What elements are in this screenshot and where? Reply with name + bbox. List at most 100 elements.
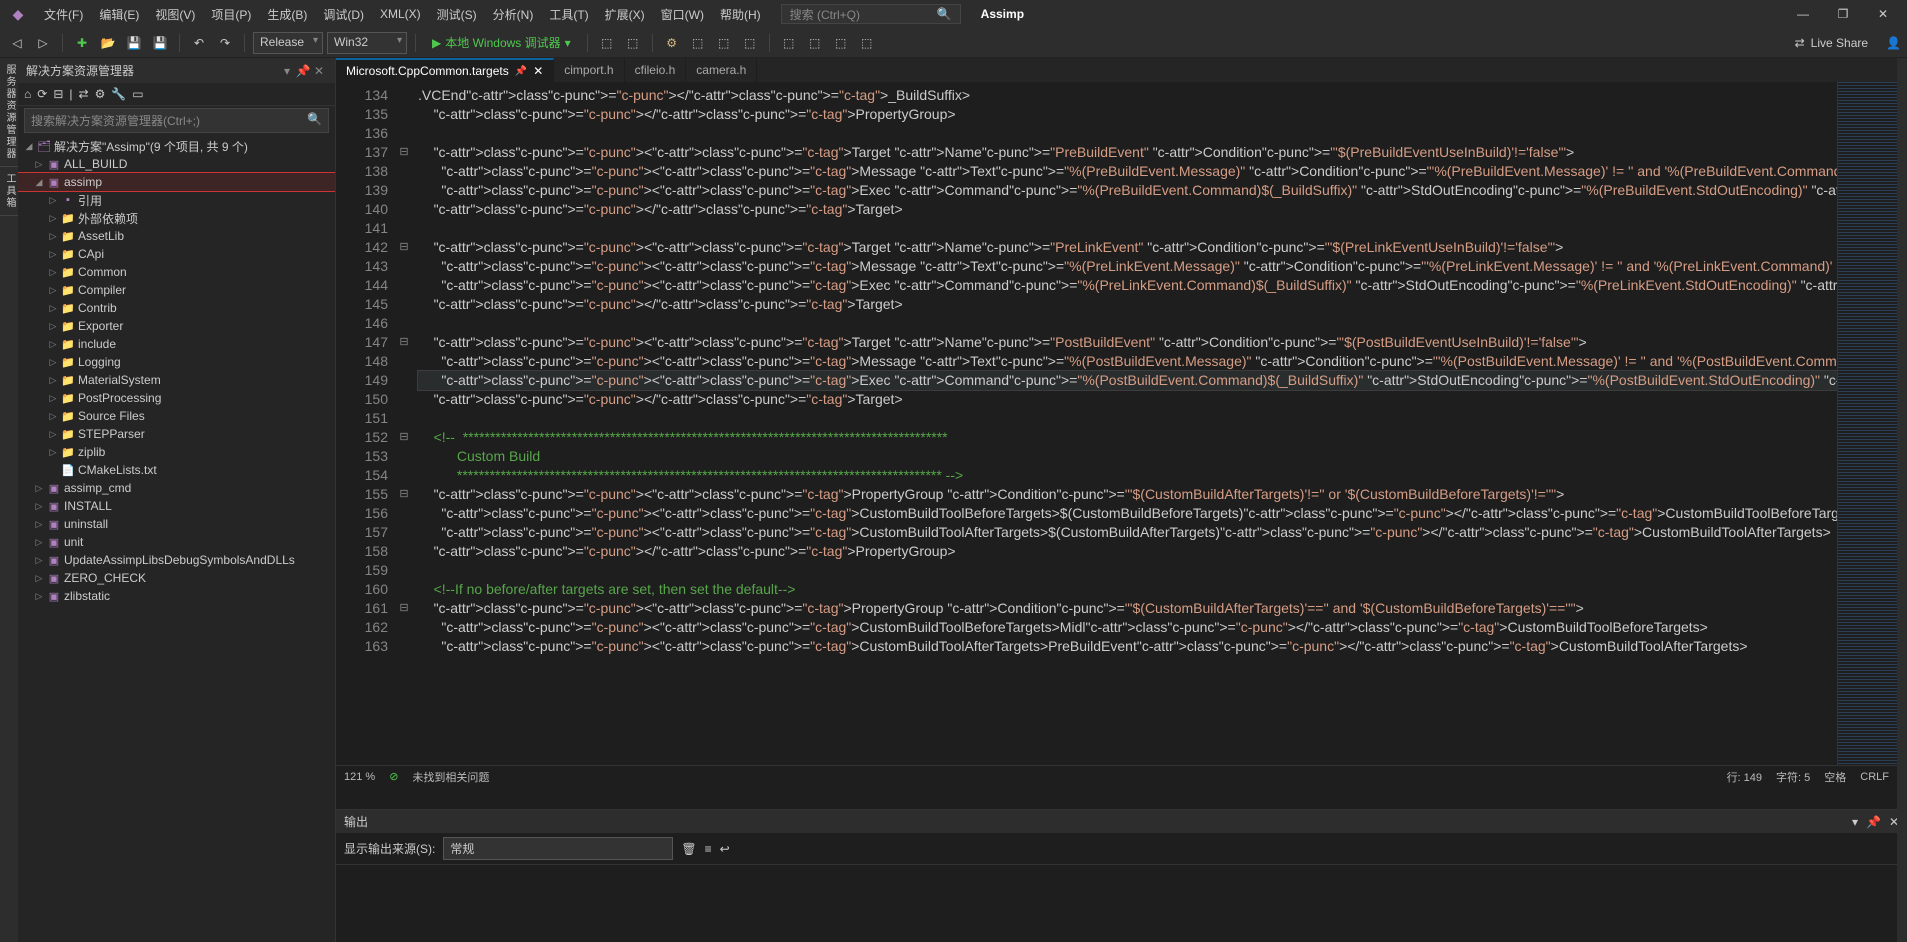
tree-node[interactable]: ▷📁Contrib bbox=[18, 299, 335, 317]
platform-dropdown[interactable]: Win32 bbox=[327, 32, 407, 54]
tree-node[interactable]: ▷📁Compiler bbox=[18, 281, 335, 299]
tree-node[interactable]: ▷📁CApi bbox=[18, 245, 335, 263]
menu-item[interactable]: 窗口(W) bbox=[653, 0, 712, 28]
minimap[interactable] bbox=[1837, 82, 1897, 765]
code-editor[interactable]: .VCEnd"c-attr">class"c-punc">="c-punc"><… bbox=[412, 82, 1837, 765]
editor-tab[interactable]: cfileio.h bbox=[625, 58, 687, 82]
line-indicator[interactable]: 行: 149 bbox=[1727, 769, 1762, 785]
collapse-icon[interactable]: ⊟ bbox=[53, 87, 63, 101]
tool-icon[interactable]: ⚙ bbox=[661, 32, 683, 54]
editor-statusbar: 121 % ⊘ 未找到相关问题 行: 149 字符: 5 空格 CRLF bbox=[336, 765, 1897, 787]
undo-button[interactable]: ↶ bbox=[188, 32, 210, 54]
menu-item[interactable]: 分析(N) bbox=[485, 0, 542, 28]
explorer-search[interactable]: 搜索解决方案资源管理器(Ctrl+;) 🔍 bbox=[24, 108, 329, 133]
menu-item[interactable]: 文件(F) bbox=[36, 0, 91, 28]
output-source-dropdown[interactable]: 常规 bbox=[443, 837, 673, 860]
liveshare-button[interactable]: Live Share bbox=[1811, 36, 1868, 50]
editor-tab[interactable]: camera.h bbox=[686, 58, 757, 82]
wrench-icon[interactable]: 🔧 bbox=[111, 87, 126, 101]
editor-tab[interactable]: cimport.h bbox=[554, 58, 624, 82]
home-icon[interactable]: ⌂ bbox=[24, 87, 31, 101]
tree-node[interactable]: ▷📁Exporter bbox=[18, 317, 335, 335]
tree-node[interactable]: ▷▣UpdateAssimpLibsDebugSymbolsAndDLLs bbox=[18, 551, 335, 569]
config-dropdown[interactable]: Release bbox=[253, 32, 323, 54]
tree-node[interactable]: ▷📁PostProcessing bbox=[18, 389, 335, 407]
tree-node[interactable]: ▷▣ALL_BUILD bbox=[18, 155, 335, 173]
toolbox-tab[interactable]: 工具箱 bbox=[0, 167, 19, 216]
tree-node[interactable]: ▷📁ziplib bbox=[18, 443, 335, 461]
panel-menu-icon[interactable]: ▾ bbox=[1852, 815, 1858, 829]
server-explorer-tab[interactable]: 服务器资源管理器 bbox=[0, 58, 19, 167]
close-icon[interactable]: ✕ bbox=[311, 64, 327, 78]
tool-icon[interactable]: ⬚ bbox=[830, 32, 852, 54]
close-button[interactable]: ✕ bbox=[1863, 0, 1903, 28]
output-body[interactable] bbox=[336, 865, 1907, 942]
tool-icon[interactable]: ⬚ bbox=[687, 32, 709, 54]
tree-node[interactable]: ◢▣assimp bbox=[18, 173, 335, 191]
tree-node[interactable]: ▷📁Logging bbox=[18, 353, 335, 371]
menu-item[interactable]: 测试(S) bbox=[429, 0, 485, 28]
tree-node[interactable]: ▷▣assimp_cmd bbox=[18, 479, 335, 497]
maximize-button[interactable]: ❐ bbox=[1823, 0, 1863, 28]
tree-node[interactable]: ▷▪引用 bbox=[18, 191, 335, 209]
tool-icon[interactable]: ⬚ bbox=[596, 32, 618, 54]
save-all-button[interactable]: 💾 bbox=[149, 32, 171, 54]
menu-item[interactable]: 视图(V) bbox=[147, 0, 203, 28]
quick-search[interactable]: 搜索 (Ctrl+Q) 🔍 bbox=[781, 4, 961, 24]
tree-node[interactable]: ▷▣ZERO_CHECK bbox=[18, 569, 335, 587]
pin-icon[interactable]: 📌 bbox=[295, 64, 311, 78]
tool-icon[interactable]: ⬚ bbox=[856, 32, 878, 54]
solution-tree: ◢🗂 解决方案"Assimp"(9 个项目, 共 9 个) ▷▣ALL_BUIL… bbox=[18, 135, 335, 942]
issues-label[interactable]: 未找到相关问题 bbox=[412, 769, 489, 785]
tree-node[interactable]: ▷📁include bbox=[18, 335, 335, 353]
menu-item[interactable]: 编辑(E) bbox=[91, 0, 147, 28]
tree-node[interactable]: ▷📁Source Files bbox=[18, 407, 335, 425]
tree-node[interactable]: ▷▣zlibstatic bbox=[18, 587, 335, 605]
toggle-icon[interactable]: ≡ bbox=[705, 842, 712, 856]
open-button[interactable]: 📂 bbox=[97, 32, 119, 54]
account-icon[interactable]: 👤 bbox=[1886, 36, 1901, 50]
tool-icon[interactable]: ⬚ bbox=[622, 32, 644, 54]
pin-icon[interactable]: 📌 bbox=[1866, 815, 1881, 829]
tree-node[interactable]: ▷▣uninstall bbox=[18, 515, 335, 533]
tree-node[interactable]: ▷▣INSTALL bbox=[18, 497, 335, 515]
col-indicator[interactable]: 字符: 5 bbox=[1776, 769, 1810, 785]
tree-node[interactable]: ▷📁MaterialSystem bbox=[18, 371, 335, 389]
menu-item[interactable]: 工具(T) bbox=[541, 0, 596, 28]
switch-view-icon[interactable]: ▭ bbox=[132, 87, 143, 101]
menu-item[interactable]: XML(X) bbox=[372, 0, 429, 28]
tool-icon[interactable]: ⬚ bbox=[739, 32, 761, 54]
tool-icon[interactable]: ⚙ bbox=[95, 87, 106, 101]
tool-icon[interactable]: ⬚ bbox=[713, 32, 735, 54]
minimize-button[interactable]: — bbox=[1783, 0, 1823, 28]
panel-menu-icon[interactable]: ▾ bbox=[279, 64, 295, 78]
sync-icon[interactable]: ⇄ bbox=[79, 87, 89, 101]
tree-node[interactable]: 📄CMakeLists.txt bbox=[18, 461, 335, 479]
forward-button[interactable]: ▷ bbox=[32, 32, 54, 54]
tree-node[interactable]: ▷📁AssetLib bbox=[18, 227, 335, 245]
menu-item[interactable]: 生成(B) bbox=[259, 0, 315, 28]
menu-item[interactable]: 调试(D) bbox=[315, 0, 372, 28]
tree-node[interactable]: ▷▣unit bbox=[18, 533, 335, 551]
back-button[interactable]: ◁ bbox=[6, 32, 28, 54]
editor-tab[interactable]: Microsoft.CppCommon.targets📌✕ bbox=[336, 58, 554, 82]
refresh-icon[interactable]: ⟳ bbox=[37, 87, 47, 101]
new-button[interactable]: ✚ bbox=[71, 32, 93, 54]
zoom-level[interactable]: 121 % bbox=[344, 771, 375, 783]
wrap-icon[interactable]: ↩ bbox=[720, 842, 730, 856]
clear-icon[interactable]: 🗑 bbox=[681, 842, 696, 856]
menu-item[interactable]: 帮助(H) bbox=[712, 0, 769, 28]
menu-item[interactable]: 扩展(X) bbox=[597, 0, 653, 28]
tool-icon[interactable]: ⬚ bbox=[804, 32, 826, 54]
indent-indicator[interactable]: 空格 bbox=[1824, 769, 1846, 785]
start-debug-button[interactable]: ▶ 本地 Windows 调试器 ▾ bbox=[424, 32, 579, 54]
save-button[interactable]: 💾 bbox=[123, 32, 145, 54]
tree-node[interactable]: ▷📁Common bbox=[18, 263, 335, 281]
tree-node[interactable]: ▷📁STEPParser bbox=[18, 425, 335, 443]
redo-button[interactable]: ↷ bbox=[214, 32, 236, 54]
solution-node[interactable]: ◢🗂 解决方案"Assimp"(9 个项目, 共 9 个) bbox=[18, 137, 335, 155]
encoding-indicator[interactable]: CRLF bbox=[1860, 771, 1889, 783]
tool-icon[interactable]: ⬚ bbox=[778, 32, 800, 54]
tree-node[interactable]: ▷📁外部依赖项 bbox=[18, 209, 335, 227]
menu-item[interactable]: 项目(P) bbox=[203, 0, 259, 28]
